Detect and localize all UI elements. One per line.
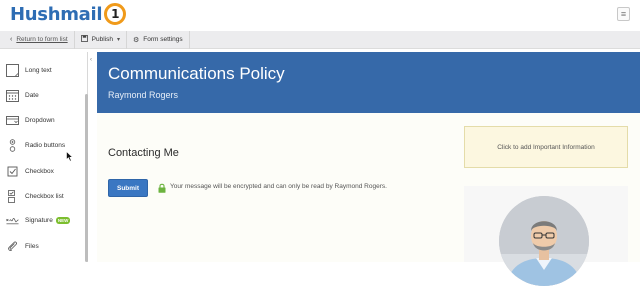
sidebar-item-label: Dropdown <box>25 116 55 124</box>
radio-icon <box>6 138 19 152</box>
publish-label: Publish <box>91 36 113 43</box>
sidebar-item-label: Files <box>25 242 39 250</box>
sidebar-item-label: Checkbox list <box>25 192 64 200</box>
important-information-box[interactable]: Click to add Important Information <box>464 126 628 168</box>
sidebar-item-dropdown[interactable]: Dropdown <box>0 108 86 132</box>
hushmail-logo[interactable]: Hushmail 1 <box>10 3 127 25</box>
top-bar: Hushmail 1 ≡ <box>0 0 640 31</box>
form-header-banner[interactable]: Communications Policy Raymond Rogers <box>97 52 640 113</box>
sidebar-item-checkbox-list[interactable]: Checkbox list <box>0 184 86 208</box>
return-link-label: Return to form list <box>16 36 68 43</box>
menu-button[interactable]: ≡ <box>617 7 630 21</box>
return-to-form-list-link[interactable]: ‹ Return to form list <box>0 30 75 49</box>
form-title: Communications Policy <box>108 64 285 83</box>
new-badge: NEW <box>55 217 71 225</box>
sidebar-item-label: Checkbox <box>25 167 54 175</box>
profile-photo <box>499 196 589 286</box>
checkbox-icon <box>6 165 19 178</box>
field-palette-sidebar: Long text Date Dropdown Radio buttons Ch… <box>0 52 88 262</box>
calendar-icon <box>6 89 19 102</box>
dropdown-icon <box>6 114 19 127</box>
sidebar-item-label: Date <box>25 91 39 99</box>
sidebar-item-long-text[interactable]: Long text <box>0 58 86 82</box>
long-text-icon <box>6 63 19 77</box>
sidebar-item-label: Radio buttons <box>25 141 66 149</box>
lock-icon <box>158 180 166 193</box>
section-title: Contacting Me <box>108 147 179 159</box>
collapse-sidebar-icon[interactable]: ‹ <box>90 57 92 63</box>
publish-button[interactable]: Publish ▾ <box>75 30 127 49</box>
form-settings-button[interactable]: ⚙ Form settings <box>127 30 190 49</box>
sidebar-item-files[interactable]: Files <box>0 234 86 258</box>
sidebar-item-label: Long text <box>25 66 52 74</box>
menu-icon: ≡ <box>620 8 627 19</box>
submit-button[interactable]: Submit <box>108 179 148 197</box>
profile-photo-panel[interactable] <box>464 186 628 286</box>
form-subtitle: Raymond Rogers <box>108 90 179 100</box>
sidebar-item-radio-buttons[interactable]: Radio buttons <box>0 133 86 157</box>
logo-badge-icon: 1 <box>104 3 127 25</box>
logo-text: Hushmail <box>10 3 103 25</box>
encryption-notice: Your message will be encrypted and can o… <box>170 183 387 190</box>
form-settings-label: Form settings <box>143 36 183 43</box>
save-icon <box>80 35 88 44</box>
mouse-cursor-icon <box>66 151 73 162</box>
sidebar-item-checkbox[interactable]: Checkbox <box>0 159 86 183</box>
sidebar-item-label: Signature NEW <box>25 217 71 225</box>
gear-icon: ⚙ <box>132 36 140 44</box>
paperclip-icon <box>6 240 19 253</box>
checkbox-list-icon <box>6 189 19 203</box>
sidebar-item-date[interactable]: Date <box>0 83 86 107</box>
chevron-down-icon[interactable]: ▾ <box>117 36 120 43</box>
signature-icon <box>6 215 19 228</box>
sidebar-scrollbar[interactable] <box>85 94 88 262</box>
sidebar-item-signature[interactable]: Signature NEW <box>0 209 86 233</box>
chevron-left-icon: ‹ <box>10 36 13 43</box>
form-canvas: Communications Policy Raymond Rogers Con… <box>97 52 640 286</box>
form-toolbar: ‹ Return to form list Publish ▾ ⚙ Form s… <box>0 30 640 49</box>
